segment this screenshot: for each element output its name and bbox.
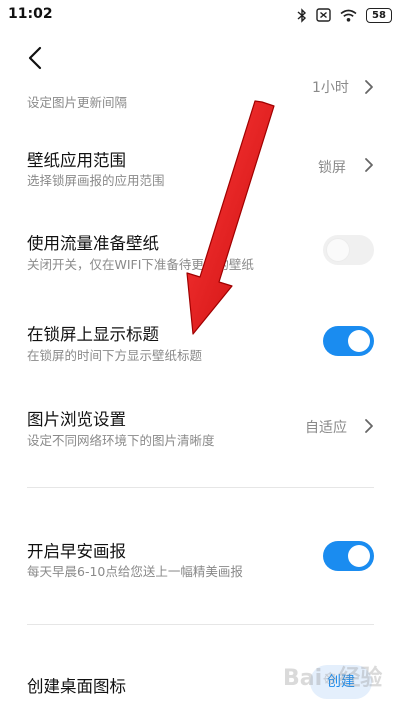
image-browse-value: 自适应 [305, 420, 347, 436]
setting-mobile-data: 使用流量准备壁纸 关闭开关，仅在WIFI下准备待更换的壁纸 [0, 223, 400, 283]
mobile-data-subtitle: 关闭开关，仅在WIFI下准备待更换的壁纸 [27, 257, 254, 272]
watermark-logo: Bai☸经验 [283, 666, 383, 691]
wallpaper-scope-subtitle: 选择锁屏画报的应用范围 [27, 173, 165, 188]
show-title-subtitle: 在锁屏的时间下方显示壁纸标题 [27, 348, 203, 363]
setting-update-interval[interactable]: 设定图片更新间隔 1小时 [0, 78, 400, 114]
toggle-knob [348, 330, 370, 352]
section-divider [27, 487, 374, 488]
morning-report-subtitle: 每天早晨6-10点给您送上一幅精美画报 [27, 564, 243, 579]
update-interval-value: 1小时 [312, 80, 349, 96]
show-title-title: 在锁屏上显示标题 [27, 325, 159, 344]
status-icons: 58 [297, 6, 392, 24]
battery-icon: 58 [366, 7, 392, 23]
setting-wallpaper-scope[interactable]: 壁纸应用范围 选择锁屏画报的应用范围 锁屏 [0, 140, 400, 200]
setting-show-title: 在锁屏上显示标题 在锁屏的时间下方显示壁纸标题 [0, 314, 400, 374]
toggle-knob [348, 545, 370, 567]
mobile-data-title: 使用流量准备壁纸 [27, 234, 159, 253]
section-divider [27, 624, 374, 625]
back-arrow-icon[interactable] [22, 44, 50, 72]
chevron-right-icon [365, 419, 373, 433]
update-interval-subtitle: 设定图片更新间隔 [27, 95, 128, 110]
wallpaper-scope-title: 壁纸应用范围 [27, 151, 126, 170]
bluetooth-icon [297, 7, 307, 23]
image-browse-title: 图片浏览设置 [27, 410, 126, 429]
setting-image-browse[interactable]: 图片浏览设置 设定不同网络环境下的图片清晰度 自适应 [0, 401, 400, 461]
image-browse-subtitle: 设定不同网络环境下的图片清晰度 [27, 433, 215, 448]
status-time: 11:02 [8, 6, 53, 22]
show-title-toggle[interactable] [323, 326, 374, 356]
desktop-icon-title: 创建桌面图标 [27, 677, 126, 696]
chevron-right-icon [365, 80, 373, 94]
toggle-knob [327, 239, 349, 261]
sim-off-icon [316, 8, 331, 22]
morning-report-title: 开启早安画报 [27, 542, 126, 561]
status-bar: 11:02 58 [0, 0, 400, 30]
wifi-icon [340, 9, 357, 22]
setting-morning-report: 开启早安画报 每天早晨6-10点给您送上一幅精美画报 [0, 530, 400, 590]
mobile-data-toggle[interactable] [323, 235, 374, 265]
morning-report-toggle[interactable] [323, 541, 374, 571]
chevron-right-icon [365, 158, 373, 172]
wallpaper-scope-value: 锁屏 [318, 160, 346, 176]
